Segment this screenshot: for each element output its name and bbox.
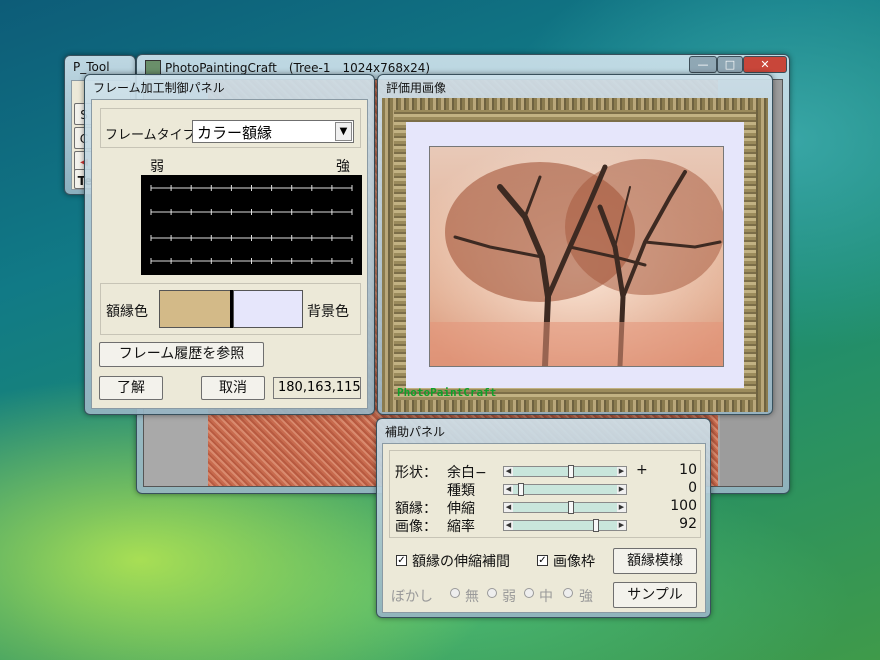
blur-none-radio[interactable] — [450, 588, 460, 598]
eval-panel-title: 評価用画像 — [386, 81, 447, 95]
blur-none-label: 無 — [465, 589, 479, 605]
type-label: 種類 — [447, 483, 475, 499]
blur-medium-radio[interactable] — [524, 588, 534, 598]
slider-thumb[interactable] — [568, 501, 574, 514]
plus-label: + — [636, 462, 648, 478]
blur-weak-radio[interactable] — [487, 588, 497, 598]
stretch-interp-checkbox[interactable]: ✓ — [396, 555, 407, 566]
close-button[interactable]: ✕ — [743, 56, 787, 73]
blur-weak-label: 弱 — [502, 589, 516, 605]
margin-value: 10 — [679, 462, 697, 478]
slider-right-arrow-icon[interactable]: ▶ — [617, 521, 626, 530]
slider-right-arrow-icon[interactable]: ▶ — [617, 503, 626, 512]
maximize-button[interactable]: □ — [717, 56, 743, 73]
blur-strong-label: 強 — [579, 589, 593, 605]
frame-panel-title: フレーム加工制御パネル — [93, 81, 225, 95]
weak-label: 弱 — [150, 159, 164, 175]
slider-left-arrow-icon[interactable]: ◀ — [504, 467, 513, 476]
tree-painting — [429, 146, 724, 367]
evaluation-image-panel: 評価用画像 PhotoPaintCraft — [377, 74, 773, 415]
bg-color-label: 背景色 — [307, 304, 349, 320]
slider-right-arrow-icon[interactable]: ▶ — [617, 467, 626, 476]
photopaint-watermark: PhotoPaintCraft — [397, 386, 497, 399]
aux-panel-title: 補助パネル — [385, 425, 446, 439]
minimize-button[interactable]: — — [689, 56, 717, 73]
type-slider[interactable]: ◀ ▶ — [503, 483, 627, 496]
frame-history-button[interactable]: フレーム履歴を参照 — [99, 342, 264, 367]
frame-control-panel: フレーム加工制御パネル フレームタイプ： カラー額縁 ▼ 弱 強 額縁色 背景色… — [84, 74, 375, 415]
scale-label: 縮率 — [447, 519, 475, 535]
slider-thumb[interactable] — [593, 519, 599, 532]
scale-slider[interactable]: ◀ ▶ — [503, 519, 627, 532]
frame-label: 額縁： — [395, 501, 437, 517]
close-icon: ✕ — [760, 58, 770, 71]
stretch-value: 100 — [670, 498, 697, 514]
minimize-icon: — — [697, 58, 709, 71]
slider-left-arrow-icon[interactable]: ◀ — [504, 485, 513, 494]
slider-left-arrow-icon[interactable]: ◀ — [504, 503, 513, 512]
bg-color-swatch[interactable] — [233, 290, 303, 328]
slider-thumb[interactable] — [568, 465, 574, 478]
slider-left-arrow-icon[interactable]: ◀ — [504, 521, 513, 530]
slider-right-arrow-icon[interactable]: ▶ — [617, 485, 626, 494]
frame-color-swatch[interactable] — [159, 290, 231, 328]
scale-value: 92 — [679, 516, 697, 532]
frame-panel-client: フレームタイプ： カラー額縁 ▼ 弱 強 額縁色 背景色 フレーム履歴を参照 了… — [91, 99, 368, 409]
ptool-title: P_Tool — [73, 60, 110, 74]
stretch-interp-label: 額縁の伸縮補間 — [412, 554, 510, 570]
blur-label: ぼかし — [391, 589, 433, 605]
shape-label: 形状： — [395, 465, 437, 481]
strong-label: 強 — [336, 159, 350, 175]
margin-slider[interactable]: ◀ ▶ — [503, 465, 627, 478]
frame-type-value: カラー額縁 — [197, 124, 273, 142]
rgb-value-field: 180,163,115 — [273, 377, 361, 399]
chevron-down-icon[interactable]: ▼ — [335, 122, 352, 141]
image-label: 画像： — [395, 519, 437, 535]
margin-label: 余白− — [447, 465, 487, 481]
strength-scales — [150, 185, 353, 264]
blur-medium-label: 中 — [539, 589, 553, 605]
frame-type-select[interactable]: カラー額縁 ▼ — [192, 120, 354, 143]
blur-strong-radio[interactable] — [563, 588, 573, 598]
frame-pattern-button[interactable]: 額縁模様 — [613, 548, 697, 574]
cancel-button[interactable]: 取消 — [201, 376, 265, 400]
stretch-slider[interactable]: ◀ ▶ — [503, 501, 627, 514]
type-value: 0 — [688, 480, 697, 496]
tree-illustration — [430, 147, 723, 366]
slider-thumb[interactable] — [518, 483, 524, 496]
stretch-label: 伸縮 — [447, 501, 475, 517]
aux-panel-client: 形状： 余白− 種類 額縁： 伸縮 画像： 縮率 + ◀ ▶ ◀ ▶ ◀ ▶ ◀ ▶ 1… — [382, 443, 706, 613]
auxiliary-panel: 補助パネル 形状： 余白− 種類 額縁： 伸縮 画像： 縮率 + ◀ ▶ ◀ ▶ ◀… — [376, 418, 711, 618]
image-frame-checkbox[interactable]: ✓ — [537, 555, 548, 566]
strength-display[interactable] — [141, 175, 362, 275]
ok-button[interactable]: 了解 — [99, 376, 163, 400]
maximize-icon: □ — [724, 58, 736, 71]
image-frame-label: 画像枠 — [553, 554, 595, 570]
frame-preview: PhotoPaintCraft — [382, 98, 768, 412]
sample-button[interactable]: サンプル — [613, 582, 697, 608]
frame-color-label: 額縁色 — [106, 304, 148, 320]
